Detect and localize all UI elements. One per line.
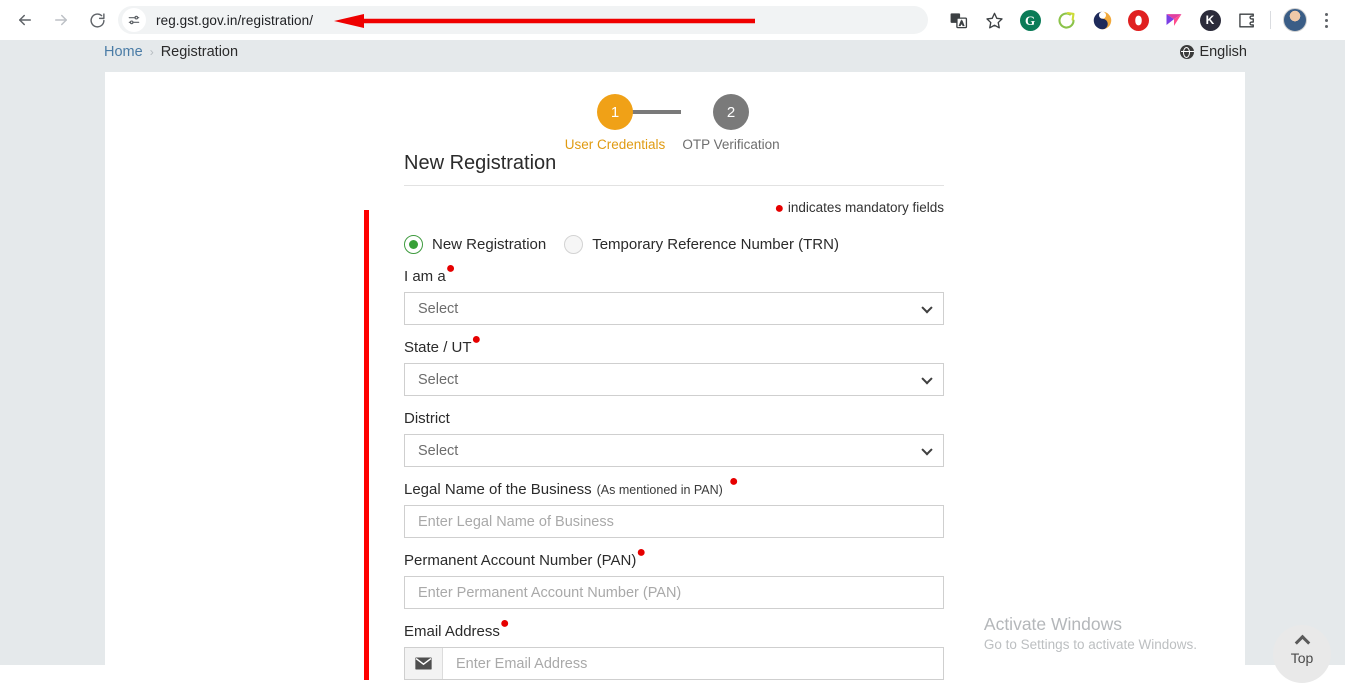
i-am-a-selected-value: Select xyxy=(418,300,459,317)
breadcrumb-current: Registration xyxy=(160,44,239,60)
chrome-menu-icon[interactable] xyxy=(1315,12,1337,28)
translate-icon[interactable]: 文 A xyxy=(944,6,972,34)
back-button[interactable] xyxy=(10,5,40,35)
grammarly-badge: G xyxy=(1019,9,1041,31)
page-title: New Registration xyxy=(404,152,557,174)
kite-extension-icon[interactable]: K xyxy=(1196,6,1224,34)
registration-type-radio-group: New Registration Temporary Reference Num… xyxy=(404,235,964,254)
kite-badge: K xyxy=(1199,9,1221,31)
field-legal-name-label-text: Legal Name of the Business xyxy=(404,481,592,498)
extensions-puzzle-icon[interactable] xyxy=(1232,6,1260,34)
honey-extension-icon[interactable] xyxy=(1088,6,1116,34)
avatar-image xyxy=(1283,8,1307,32)
mandatory-fields-note: ● indicates mandatory fields xyxy=(404,200,944,217)
field-district-label: District xyxy=(404,410,964,427)
field-pan: Permanent Account Number (PAN) ● Enter P… xyxy=(404,544,964,609)
radio-trn[interactable]: Temporary Reference Number (TRN) xyxy=(564,235,839,254)
new-registration-form: New Registration ● indicates mandatory f… xyxy=(404,152,964,680)
state-ut-select[interactable]: Select xyxy=(404,363,944,396)
bookmark-star-icon[interactable] xyxy=(980,6,1008,34)
language-selector[interactable]: English xyxy=(1180,44,1247,60)
flowcv-extension-icon[interactable] xyxy=(1160,6,1188,34)
globe-icon xyxy=(1180,45,1195,59)
title-divider xyxy=(404,185,944,186)
watermark-subtitle: Go to Settings to activate Windows. xyxy=(983,637,1197,652)
radio-new-registration-dot[interactable] xyxy=(404,235,423,254)
email-input-group[interactable]: Enter Email Address xyxy=(404,647,944,680)
field-legal-name-label: Legal Name of the Business (As mentioned… xyxy=(404,473,739,499)
field-district: District Select xyxy=(404,410,964,467)
breadcrumb: Home › Registration xyxy=(104,44,238,60)
field-legal-name: Legal Name of the Business (As mentioned… xyxy=(404,473,964,538)
step-1-circle: 1 xyxy=(597,94,633,130)
legal-name-input[interactable]: Enter Legal Name of Business xyxy=(404,505,944,538)
breadcrumb-bar: Home › Registration English xyxy=(0,40,1345,72)
breadcrumb-separator: › xyxy=(149,45,154,59)
registration-stepper: 1 User Credentials 2 OTP Verification xyxy=(105,72,1245,154)
state-ut-selected-value: Select xyxy=(418,371,459,388)
field-email: Email Address ● Enter Email Address xyxy=(404,615,964,680)
pan-placeholder: Enter Permanent Account Number (PAN) xyxy=(418,584,682,601)
registration-card: 1 User Credentials 2 OTP Verification Ne… xyxy=(105,72,1245,680)
scroll-to-top-label: Top xyxy=(1290,650,1314,666)
chevron-up-icon xyxy=(1294,634,1310,651)
address-bar-url: reg.gst.gov.in/registration/ xyxy=(156,12,314,28)
language-label: English xyxy=(1199,44,1247,60)
field-i-am-a: I am a ● Select xyxy=(404,260,964,325)
envelope-icon xyxy=(405,648,443,679)
radio-new-registration[interactable]: New Registration xyxy=(404,235,546,254)
chevron-down-icon xyxy=(921,301,933,313)
i-am-a-select[interactable]: Select xyxy=(404,292,944,325)
browser-actions: 文 A G K xyxy=(940,0,1345,40)
field-i-am-a-label-text: I am a xyxy=(404,268,446,285)
opera-badge xyxy=(1127,9,1149,31)
browser-toolbar: reg.gst.gov.in/registration/ 文 A G K xyxy=(0,0,1345,40)
field-pan-label-text: Permanent Account Number (PAN) xyxy=(404,552,637,569)
breadcrumb-home-link[interactable]: Home xyxy=(104,44,143,60)
reload-button[interactable] xyxy=(82,5,112,35)
activate-windows-watermark: Activate Windows Go to Settings to activ… xyxy=(984,614,1197,652)
scroll-to-top-button[interactable]: Top xyxy=(1273,625,1331,683)
field-email-label-text: Email Address xyxy=(404,623,500,640)
field-legal-name-hint: (As mentioned in PAN) xyxy=(596,483,723,497)
forward-button[interactable] xyxy=(46,5,76,35)
mandatory-marker-icon: ● xyxy=(774,200,785,217)
field-state-ut-label: State / UT ● xyxy=(404,331,482,357)
site-info-icon[interactable] xyxy=(122,8,146,32)
district-select[interactable]: Select xyxy=(404,434,944,467)
step-otp-verification[interactable]: 2 OTP Verification xyxy=(671,94,791,152)
simplify-extension-icon[interactable] xyxy=(1052,6,1080,34)
page-background: Home › Registration English 1 User Crede… xyxy=(0,40,1345,683)
annotation-vertical-bar xyxy=(364,210,369,680)
step-user-credentials[interactable]: 1 User Credentials xyxy=(555,94,675,152)
mandatory-note-text: indicates mandatory fields xyxy=(787,200,944,215)
step-1-label: User Credentials xyxy=(564,137,666,152)
address-bar[interactable]: reg.gst.gov.in/registration/ xyxy=(118,6,928,34)
watermark-title: Activate Windows xyxy=(983,614,1122,634)
radio-trn-dot[interactable] xyxy=(564,235,584,254)
field-pan-label: Permanent Account Number (PAN) ● xyxy=(404,544,646,570)
district-selected-value: Select xyxy=(418,442,459,459)
field-state-ut-label-text: State / UT xyxy=(404,339,472,356)
step-2-label: OTP Verification xyxy=(682,137,780,152)
field-state-ut: State / UT ● Select xyxy=(404,331,964,396)
legal-name-placeholder: Enter Legal Name of Business xyxy=(418,513,614,530)
field-i-am-a-label: I am a ● xyxy=(404,260,456,286)
field-district-label-text: District xyxy=(404,410,450,427)
email-placeholder: Enter Email Address xyxy=(456,655,588,672)
opera-extension-icon[interactable] xyxy=(1124,6,1152,34)
profile-avatar[interactable] xyxy=(1281,6,1309,34)
toolbar-divider xyxy=(1270,11,1271,29)
field-email-label: Email Address ● xyxy=(404,615,510,641)
pan-input[interactable]: Enter Permanent Account Number (PAN) xyxy=(404,576,944,609)
radio-trn-label: Temporary Reference Number (TRN) xyxy=(592,236,839,253)
chevron-down-icon xyxy=(921,443,933,455)
radio-new-registration-label: New Registration xyxy=(432,236,547,253)
chevron-down-icon xyxy=(921,372,933,384)
step-2-circle: 2 xyxy=(713,94,749,130)
grammarly-extension-icon[interactable]: G xyxy=(1016,6,1044,34)
